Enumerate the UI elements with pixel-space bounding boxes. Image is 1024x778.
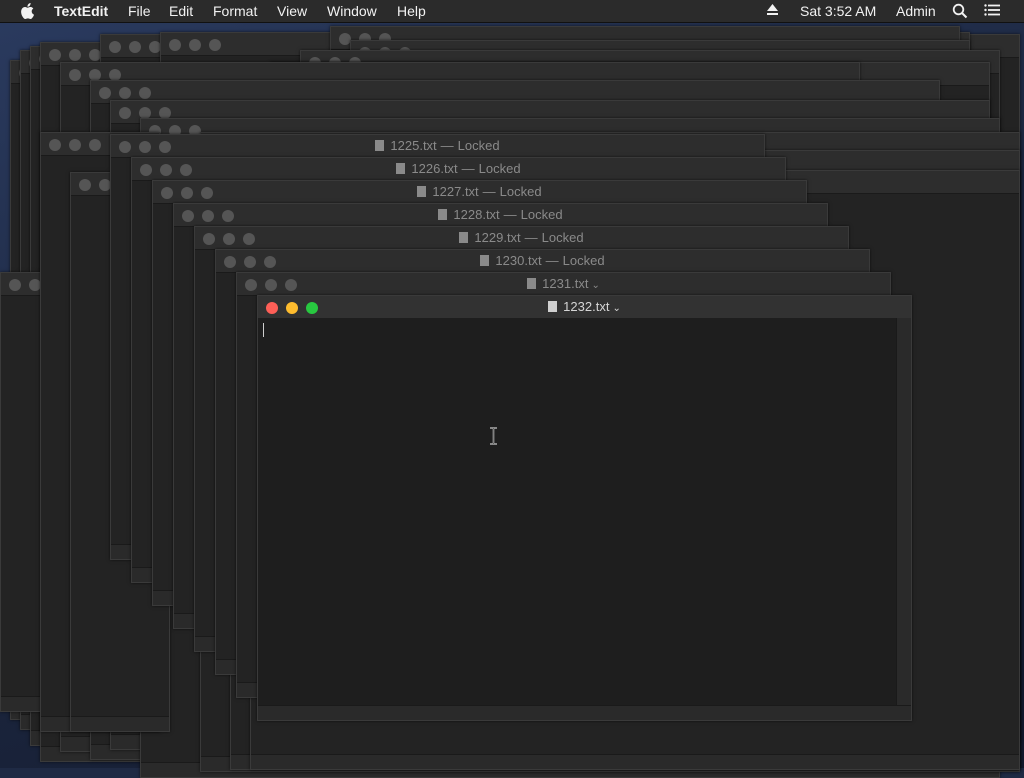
menu-edit[interactable]: Edit (169, 3, 193, 19)
title-separator: — (524, 230, 538, 245)
desktop: 1225.txt — Locked 1226.txt — Locked 1227.txt — L… (0, 22, 1024, 778)
close-button[interactable] (79, 179, 91, 191)
window-title-text: 1228.txt (453, 207, 500, 222)
document-icon (459, 232, 469, 243)
title-separator: — (440, 138, 454, 153)
window-bottom-edge[interactable] (71, 716, 169, 731)
close-button[interactable] (9, 279, 21, 291)
title-bar[interactable]: 1230.txt — Locked (216, 250, 869, 273)
window-title-text: 1229.txt (474, 230, 521, 245)
text-editor[interactable] (258, 318, 897, 706)
window-title-text: 1231.txt (542, 276, 589, 291)
menu-bar: TextEdit File Edit Format View Window He… (0, 0, 1024, 23)
title-bar[interactable]: 1232.txt ⌄ (258, 296, 911, 319)
chevron-down-icon[interactable]: ⌄ (612, 303, 620, 314)
window-title-text: 1232.txt (563, 299, 610, 314)
window-title[interactable]: 1231.txt ⌄ (237, 276, 890, 291)
minimize-button[interactable] (119, 87, 131, 99)
eject-icon[interactable] (766, 3, 779, 17)
minimize-button[interactable] (69, 139, 81, 151)
text-caret (263, 323, 264, 337)
document-icon (396, 163, 406, 174)
title-bar[interactable]: 1228.txt — Locked (174, 204, 827, 227)
window-title[interactable]: 1225.txt — Locked (111, 138, 764, 153)
close-button[interactable] (109, 41, 121, 53)
front-document-window[interactable]: 1232.txt ⌄ (257, 295, 912, 721)
close-button[interactable] (49, 139, 61, 151)
zoom-button[interactable] (209, 39, 221, 51)
document-icon (438, 209, 448, 220)
document-icon (480, 255, 490, 266)
menu-format[interactable]: Format (213, 3, 257, 19)
title-bar[interactable]: 1226.txt — Locked (132, 158, 785, 181)
document-icon (375, 140, 385, 151)
title-bar[interactable]: 1227.txt — Locked (153, 181, 806, 204)
app-menu-textedit[interactable]: TextEdit (54, 3, 108, 19)
vertical-scrollbar[interactable] (896, 318, 911, 706)
chevron-down-icon[interactable]: ⌄ (591, 280, 599, 291)
close-button[interactable] (69, 69, 81, 81)
window-title[interactable]: 1232.txt ⌄ (258, 299, 911, 314)
minimize-button[interactable] (69, 49, 81, 61)
zoom-button[interactable] (89, 139, 101, 151)
window-title[interactable]: 1230.txt — Locked (216, 253, 869, 268)
title-bar[interactable]: 1231.txt ⌄ (237, 273, 890, 296)
window-title[interactable]: 1229.txt — Locked (195, 230, 848, 245)
window-title[interactable]: 1226.txt — Locked (132, 161, 785, 176)
locked-status: Locked (562, 253, 605, 268)
title-separator: — (461, 161, 475, 176)
document-icon (417, 186, 427, 197)
spotlight-search-icon[interactable] (952, 3, 968, 19)
close-button[interactable] (119, 107, 131, 119)
locked-status: Locked (478, 161, 521, 176)
document-icon (548, 301, 558, 312)
title-bar[interactable]: 1229.txt — Locked (195, 227, 848, 250)
ibeam-cursor-icon (490, 427, 497, 445)
window-title[interactable]: 1228.txt — Locked (174, 207, 827, 222)
locked-status: Locked (457, 138, 500, 153)
document-icon (527, 278, 537, 289)
zoom-button[interactable] (139, 87, 151, 99)
minimize-button[interactable] (189, 39, 201, 51)
window-title-text: 1225.txt (390, 138, 437, 153)
close-button[interactable] (169, 39, 181, 51)
close-button[interactable] (49, 49, 61, 61)
apple-icon[interactable] (20, 3, 35, 19)
menu-file[interactable]: File (128, 3, 151, 19)
menu-user[interactable]: Admin (896, 3, 936, 19)
window-bottom-edge[interactable] (258, 705, 911, 720)
menu-clock[interactable]: Sat 3:52 AM (800, 3, 876, 19)
locked-status: Locked (541, 230, 584, 245)
close-button[interactable] (99, 87, 111, 99)
window-bottom-edge[interactable] (251, 754, 1019, 769)
window-title-text: 1226.txt (411, 161, 458, 176)
menu-help[interactable]: Help (397, 3, 426, 19)
menu-window[interactable]: Window (327, 3, 377, 19)
menu-view[interactable]: View (277, 3, 307, 19)
window-title-text: 1230.txt (495, 253, 542, 268)
locked-status: Locked (499, 184, 542, 199)
minimize-button[interactable] (129, 41, 141, 53)
notification-center-icon[interactable] (984, 3, 1001, 17)
locked-status: Locked (520, 207, 563, 222)
title-separator: — (482, 184, 496, 199)
title-separator: — (503, 207, 517, 222)
title-bar[interactable]: 1225.txt — Locked (111, 135, 764, 158)
window-title-text: 1227.txt (432, 184, 479, 199)
title-separator: — (545, 253, 559, 268)
window-title[interactable]: 1227.txt — Locked (153, 184, 806, 199)
